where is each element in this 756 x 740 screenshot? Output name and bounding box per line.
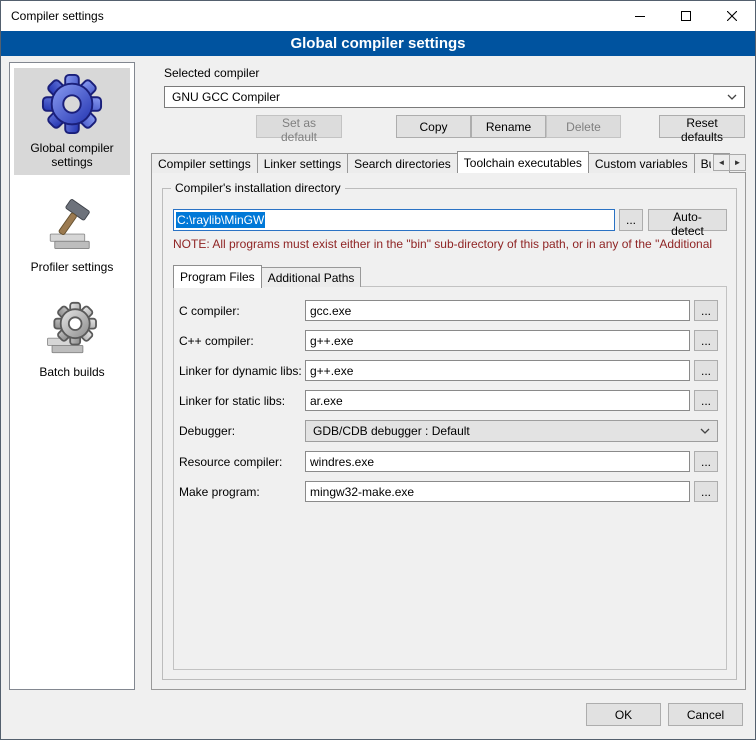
field-label: C++ compiler: (179, 334, 305, 348)
compiler-select[interactable]: GNU GCC Compiler (164, 86, 745, 108)
reset-defaults-button[interactable]: Reset defaults (659, 115, 745, 138)
dialog-footer: OK Cancel (1, 690, 755, 739)
field-row-cpp-compiler: C++ compiler: ... (179, 330, 718, 351)
toolchain-executables-page: Compiler's installation directory C:\ray… (151, 172, 746, 690)
browse-directory-button[interactable]: ... (619, 209, 643, 231)
copy-button[interactable]: Copy (396, 115, 471, 138)
minimize-button[interactable] (617, 1, 663, 31)
settings-tabstrip: Compiler settings Linker settings Search… (151, 151, 746, 173)
titlebar: Compiler settings (1, 1, 755, 31)
tab-scroll-right-button[interactable]: ► (729, 154, 746, 171)
compiler-settings-dialog: Compiler settings Global compiler settin… (0, 0, 756, 740)
browse-button[interactable]: ... (694, 451, 718, 472)
sidebar-item-global-compiler-settings[interactable]: Global compiler settings (14, 68, 130, 175)
field-label: C compiler: (179, 304, 305, 318)
dialog-body: Global compiler settings Profiler settin… (1, 56, 755, 690)
chevron-down-icon (727, 94, 737, 101)
tab-linker-settings[interactable]: Linker settings (257, 153, 348, 173)
main-panel: Selected compiler GNU GCC Compiler Set a… (151, 62, 746, 690)
installation-directory-groupbox: Compiler's installation directory C:\ray… (162, 188, 737, 680)
browse-button[interactable]: ... (694, 481, 718, 502)
field-row-make-program: Make program: ... (179, 481, 718, 502)
make-program-input[interactable] (305, 481, 690, 502)
field-label: Debugger: (179, 424, 305, 438)
field-row-c-compiler: C compiler: ... (179, 300, 718, 321)
arrow-left-icon: ◄ (718, 158, 726, 167)
browse-button[interactable]: ... (694, 330, 718, 351)
sidebar-item-label: Profiler settings (31, 260, 114, 274)
selected-compiler-label: Selected compiler (164, 66, 745, 80)
selected-path-text: C:\raylib\MinGW (176, 212, 265, 228)
selected-compiler-section: Selected compiler GNU GCC Compiler (151, 62, 746, 108)
settings-category-list: Global compiler settings Profiler settin… (9, 62, 135, 690)
cpp-compiler-input[interactable] (305, 330, 690, 351)
tab-scroll-controls: ◄ ► (711, 154, 746, 171)
installation-directory-input[interactable]: C:\raylib\MinGW (173, 209, 615, 231)
set-as-default-button: Set as default (256, 115, 342, 138)
tab-search-directories[interactable]: Search directories (347, 153, 458, 173)
program-files-page: C compiler: ... C++ compiler: ... Linker… (173, 286, 727, 670)
rename-button[interactable]: Rename (471, 115, 546, 138)
cancel-button[interactable]: Cancel (668, 703, 743, 726)
maximize-button[interactable] (663, 1, 709, 31)
tab-toolchain-executables[interactable]: Toolchain executables (457, 151, 589, 173)
debugger-select-value: GDB/CDB debugger : Default (313, 424, 700, 438)
resource-compiler-input[interactable] (305, 451, 690, 472)
ok-button[interactable]: OK (586, 703, 661, 726)
c-compiler-input[interactable] (305, 300, 690, 321)
browse-button[interactable]: ... (694, 360, 718, 381)
dialog-header: Global compiler settings (1, 31, 755, 56)
tab-program-files[interactable]: Program Files (173, 265, 262, 288)
field-label: Resource compiler: (179, 455, 305, 469)
field-row-debugger: Debugger: GDB/CDB debugger : Default (179, 420, 718, 442)
sidebar-item-batch-builds[interactable]: Batch builds (14, 296, 130, 385)
browse-button[interactable]: ... (694, 300, 718, 321)
installation-directory-row: C:\raylib\MinGW ... Auto-detect (173, 209, 727, 231)
arrow-right-icon: ► (734, 158, 742, 167)
field-label: Linker for dynamic libs: (179, 364, 305, 378)
compiler-buttons-row: Set as default Copy Rename Delete Reset … (151, 115, 746, 138)
blue-gear-icon (41, 73, 103, 135)
compiler-select-value: GNU GCC Compiler (172, 90, 727, 104)
static-libs-linker-input[interactable] (305, 390, 690, 411)
field-row-static-linker: Linker for static libs: ... (179, 390, 718, 411)
programs-tabstrip: Program Files Additional Paths (173, 265, 727, 287)
groupbox-title: Compiler's installation directory (171, 181, 345, 196)
tab-additional-paths[interactable]: Additional Paths (261, 267, 362, 287)
chevron-down-icon (700, 428, 710, 435)
tab-custom-variables[interactable]: Custom variables (588, 153, 695, 173)
batch-builds-icon (43, 301, 101, 359)
minimize-icon (635, 11, 645, 21)
sidebar-item-label: Batch builds (39, 365, 104, 379)
window-title: Compiler settings (1, 9, 617, 23)
field-row-dynamic-linker: Linker for dynamic libs: ... (179, 360, 718, 381)
field-label: Linker for static libs: (179, 394, 305, 408)
tab-compiler-settings[interactable]: Compiler settings (151, 153, 258, 173)
auto-detect-button[interactable]: Auto-detect (648, 209, 727, 231)
sidebar-item-label: Global compiler settings (16, 141, 128, 169)
maximize-icon (681, 11, 691, 21)
browse-button[interactable]: ... (694, 390, 718, 411)
sidebar-item-profiler-settings[interactable]: Profiler settings (14, 191, 130, 280)
note-text: NOTE: All programs must exist either in … (173, 237, 727, 251)
delete-button: Delete (546, 115, 621, 138)
profiler-icon (43, 196, 101, 254)
field-label: Make program: (179, 485, 305, 499)
close-icon (727, 11, 737, 21)
dynamic-libs-linker-input[interactable] (305, 360, 690, 381)
close-button[interactable] (709, 1, 755, 31)
field-row-resource-compiler: Resource compiler: ... (179, 451, 718, 472)
tab-scroll-left-button[interactable]: ◄ (713, 154, 730, 171)
debugger-select[interactable]: GDB/CDB debugger : Default (305, 420, 718, 442)
